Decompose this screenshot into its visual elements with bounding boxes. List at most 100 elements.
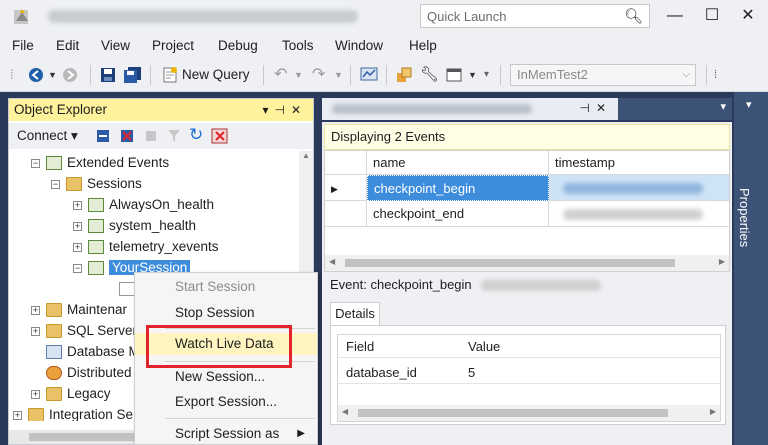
save-icon[interactable] xyxy=(100,67,116,83)
expand-icon[interactable]: + xyxy=(31,326,40,336)
collapse-icon[interactable]: − xyxy=(73,263,82,273)
activity-monitor-icon[interactable] xyxy=(211,127,229,145)
details-value: 5 xyxy=(468,365,476,380)
menu-script-session-as[interactable]: Script Session as ▶ xyxy=(135,423,317,445)
undo-dropdown-icon[interactable]: ▼ xyxy=(294,66,303,84)
search-icon[interactable]: 🔍︎ xyxy=(624,7,643,25)
scroll-thumb[interactable] xyxy=(345,259,675,267)
scroll-right-icon[interactable]: ▶ xyxy=(719,257,725,266)
menu-start-session[interactable]: Start Session xyxy=(135,276,317,298)
minimize-button[interactable]: — xyxy=(660,4,690,28)
tree-node-sql-server-agent[interactable]: + SQL Server xyxy=(31,321,137,341)
tree-label: Integration Se xyxy=(49,407,134,421)
window-title-redacted xyxy=(48,10,358,23)
details-horizontal-scrollbar[interactable]: ◀ ▶ xyxy=(338,405,720,421)
scroll-right-icon[interactable]: ▶ xyxy=(710,407,716,416)
available-databases-combo[interactable]: InMemTest2 ⌵ xyxy=(510,64,696,86)
template-dropdown-icon[interactable]: ▼ xyxy=(468,66,477,84)
disconnect-icon[interactable] xyxy=(119,128,135,144)
details-header-field[interactable]: Field xyxy=(346,339,374,354)
menu-stop-session[interactable]: Stop Session xyxy=(135,302,317,324)
live-data-tab[interactable] xyxy=(322,98,618,120)
new-query-button[interactable]: New Query xyxy=(160,64,250,86)
menu-view[interactable]: View xyxy=(101,38,130,53)
menu-help[interactable]: Help xyxy=(409,38,437,53)
object-explorer-icon[interactable] xyxy=(396,67,412,83)
menu-new-session[interactable]: New Session... xyxy=(135,366,317,388)
tree-label: SQL Server xyxy=(67,323,138,338)
menu-watch-live-data[interactable]: Watch Live Data xyxy=(135,333,317,355)
database-selected-value: InMemTest2 xyxy=(517,67,588,82)
toolbar-customize-icon[interactable]: ⁞ xyxy=(714,66,717,84)
menu-tools[interactable]: Tools xyxy=(282,38,314,53)
expand-icon[interactable]: + xyxy=(31,305,40,315)
connect-label: Connect xyxy=(17,128,68,143)
row-selector[interactable]: ▶ xyxy=(325,175,367,201)
column-header-name[interactable]: name xyxy=(367,151,549,175)
menu-edit[interactable]: Edit xyxy=(56,38,79,53)
back-icon[interactable] xyxy=(28,67,44,83)
live-data-viewer: Displaying 2 Events name timestamp ▶ che… xyxy=(322,122,732,445)
tree-node-maintenance[interactable]: + Maintenar xyxy=(31,300,127,320)
maximize-button[interactable]: ☐ xyxy=(697,4,727,28)
scroll-left-icon[interactable]: ◀ xyxy=(329,257,335,266)
scroll-left-icon[interactable]: ◀ xyxy=(342,407,348,416)
expand-icon[interactable]: + xyxy=(73,221,82,231)
expand-icon[interactable]: + xyxy=(73,200,82,210)
connect-server-icon[interactable] xyxy=(95,128,111,144)
menu-debug[interactable]: Debug xyxy=(218,38,258,53)
scroll-up-icon[interactable]: ▲ xyxy=(302,151,310,160)
menu-export-session[interactable]: Export Session... xyxy=(135,391,317,413)
wrench-icon[interactable]: 🔧︎ xyxy=(420,66,439,84)
grid-cell-name[interactable]: checkpoint_begin xyxy=(367,175,549,201)
details-tab[interactable]: Details xyxy=(330,302,380,326)
tree-node-alwayson-health[interactable]: + AlwaysOn_health xyxy=(73,195,214,215)
expand-icon[interactable]: + xyxy=(73,242,82,252)
tree-node-system-health[interactable]: + system_health xyxy=(73,216,196,236)
scroll-thumb[interactable] xyxy=(358,409,668,417)
back-dropdown-icon[interactable]: ▼ xyxy=(48,66,57,84)
forward-icon[interactable] xyxy=(62,67,78,83)
collapse-icon[interactable]: − xyxy=(31,158,40,168)
tree-node-extended-events[interactable]: − Extended Events xyxy=(31,153,169,173)
details-header-value[interactable]: Value xyxy=(468,339,500,354)
tree-node-distributed[interactable]: Distributed xyxy=(46,363,132,383)
menu-project[interactable]: Project xyxy=(152,38,194,53)
menu-window[interactable]: Window xyxy=(335,38,383,53)
grid-cell-name[interactable]: checkpoint_end xyxy=(367,201,549,227)
grid-horizontal-scrollbar[interactable]: ◀ ▶ xyxy=(325,255,729,271)
column-header-timestamp[interactable]: timestamp xyxy=(549,151,729,175)
panel-controls[interactable]: ▾⊣✕ xyxy=(262,99,307,121)
template-explorer-icon[interactable] xyxy=(446,67,462,83)
close-button[interactable]: ✕ xyxy=(733,4,763,28)
details-field: database_id xyxy=(346,365,417,380)
toolbar-overflow-icon[interactable]: ▾ xyxy=(484,66,489,84)
expand-icon[interactable]: + xyxy=(31,389,40,399)
properties-tab[interactable]: Properties xyxy=(737,188,752,247)
redo-dropdown-icon[interactable]: ▼ xyxy=(334,66,343,84)
tree-node-database-mail[interactable]: Database M xyxy=(46,342,140,362)
selected-event-label: Event: checkpoint_begin xyxy=(330,277,602,292)
tree-node-telemetry-xevents[interactable]: + telemetry_xevents xyxy=(73,237,219,257)
menu-file[interactable]: File xyxy=(12,38,34,53)
properties-side-panel[interactable]: ▾ Properties xyxy=(734,92,768,445)
tree-node-sessions[interactable]: − Sessions xyxy=(51,174,142,194)
row-selector[interactable] xyxy=(325,201,367,227)
grid-cell-timestamp[interactable] xyxy=(549,201,729,227)
grid-cell-timestamp[interactable] xyxy=(549,175,729,201)
collapse-icon[interactable]: − xyxy=(51,179,60,189)
tab-overflow-icon[interactable]: ▾ xyxy=(720,100,726,113)
tree-node-integration-services[interactable]: + Integration Se xyxy=(13,405,133,421)
panel-menu-icon[interactable]: ▾ xyxy=(746,98,752,111)
refresh-icon[interactable]: ↻ xyxy=(189,125,203,145)
activity-monitor-icon[interactable] xyxy=(360,67,378,83)
connect-button[interactable]: Connect ▾ xyxy=(17,128,78,144)
quick-launch-input[interactable]: Quick Launch 🔍︎ xyxy=(420,4,650,28)
expand-icon[interactable]: + xyxy=(13,410,22,420)
redo-icon[interactable]: ↷ xyxy=(312,66,325,84)
save-all-icon[interactable] xyxy=(124,67,142,83)
tree-node-legacy[interactable]: + Legacy xyxy=(31,384,111,404)
new-query-label: New Query xyxy=(182,67,250,82)
tab-controls[interactable]: ⊣✕ xyxy=(579,101,612,115)
undo-icon[interactable]: ↶ xyxy=(274,66,287,84)
